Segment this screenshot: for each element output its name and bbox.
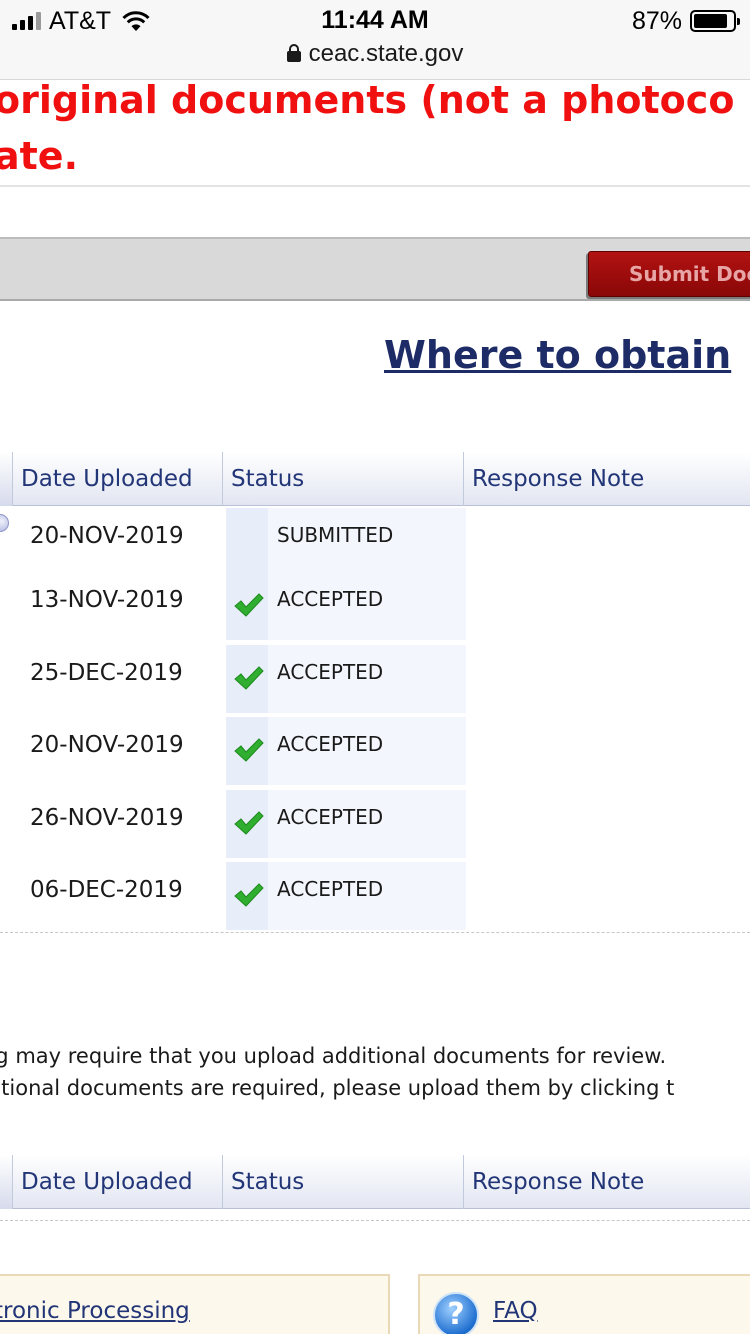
date-uploaded: 26-NOV-2019	[30, 805, 184, 831]
status-text: ACCEPTED	[268, 645, 466, 713]
battery-nub	[737, 18, 740, 25]
table-row: 20-NOV-2019 SUBMITTED	[0, 506, 750, 578]
status-text: SUBMITTED	[268, 508, 466, 576]
header-select-column	[0, 1155, 12, 1209]
date-uploaded: 06-DEC-2019	[30, 877, 183, 903]
status-icon-cell	[226, 717, 268, 785]
table-bottom-border	[0, 932, 750, 933]
additional-documents-notice: ng may require that you upload additiona…	[0, 1040, 750, 1104]
check-icon	[234, 883, 264, 907]
date-uploaded: 25-DEC-2019	[30, 660, 183, 686]
status-icon-cell	[226, 862, 268, 930]
header-response-note[interactable]: Response Note	[463, 1155, 750, 1209]
address-bar[interactable]: ceac.state.gov	[0, 40, 750, 68]
date-uploaded: 20-NOV-2019	[30, 523, 184, 549]
table-bottom-border	[0, 1220, 750, 1221]
status-right: 87%	[631, 6, 740, 35]
table-row: 26-NOV-2019 ACCEPTED	[0, 788, 750, 860]
status-text: ACCEPTED	[268, 717, 466, 785]
warning-line-1: original documents (not a photoco	[0, 78, 735, 122]
submit-documents-button[interactable]: Submit Doc	[588, 251, 750, 297]
faq-link[interactable]: FAQ	[493, 1298, 538, 1324]
status-text: ACCEPTED	[268, 862, 466, 930]
check-icon	[234, 666, 264, 690]
header-status[interactable]: Status	[222, 452, 464, 506]
status-icon-cell	[226, 645, 268, 713]
status-icon-cell	[226, 572, 268, 640]
additional-documents-table-header: Date Uploaded Status Response Note	[0, 1155, 750, 1209]
battery-fill	[694, 14, 728, 28]
header-select-column	[0, 452, 12, 506]
warning-message: original documents (not a photoco ate.	[0, 72, 734, 184]
table-row: 13-NOV-2019 ACCEPTED	[0, 570, 750, 642]
header-response-note[interactable]: Response Note	[463, 452, 750, 506]
check-icon	[234, 738, 264, 762]
check-icon	[234, 593, 264, 617]
where-to-obtain-link[interactable]: Where to obtain	[384, 333, 731, 377]
table-row: 20-NOV-2019 ACCEPTED	[0, 715, 750, 787]
url-text: ceac.state.gov	[308, 40, 464, 67]
status-text: ACCEPTED	[268, 790, 466, 858]
table-row: 06-DEC-2019 ACCEPTED	[0, 860, 750, 932]
date-uploaded: 13-NOV-2019	[30, 587, 184, 613]
row-select-radio[interactable]	[0, 514, 9, 532]
table-row: 25-DEC-2019 ACCEPTED	[0, 643, 750, 715]
notice-line-1: ng may require that you upload additiona…	[0, 1044, 667, 1068]
battery-percent: 87%	[631, 6, 682, 35]
date-uploaded: 20-NOV-2019	[30, 732, 184, 758]
action-bar: Submit Doc	[0, 237, 750, 301]
battery-icon	[690, 10, 740, 32]
ios-status-bar: AT&T 11:44 AM 87% ceac.state.gov	[0, 0, 750, 80]
header-date-uploaded[interactable]: Date Uploaded	[12, 452, 222, 506]
header-status[interactable]: Status	[222, 1155, 464, 1209]
status-text: ACCEPTED	[268, 572, 466, 640]
header-date-uploaded[interactable]: Date Uploaded	[12, 1155, 222, 1209]
status-icon-cell	[226, 790, 268, 858]
lock-icon	[286, 44, 301, 62]
electronic-processing-link[interactable]: tronic Processing	[0, 1298, 190, 1324]
help-icon[interactable]: ?	[433, 1292, 479, 1334]
check-icon	[234, 811, 264, 835]
warning-line-2: ate.	[0, 134, 79, 178]
divider	[0, 185, 750, 187]
status-icon-cell	[226, 508, 268, 576]
notice-line-2: ditional documents are required, please …	[0, 1076, 675, 1100]
documents-table-header: Date Uploaded Status Response Note	[0, 452, 750, 506]
